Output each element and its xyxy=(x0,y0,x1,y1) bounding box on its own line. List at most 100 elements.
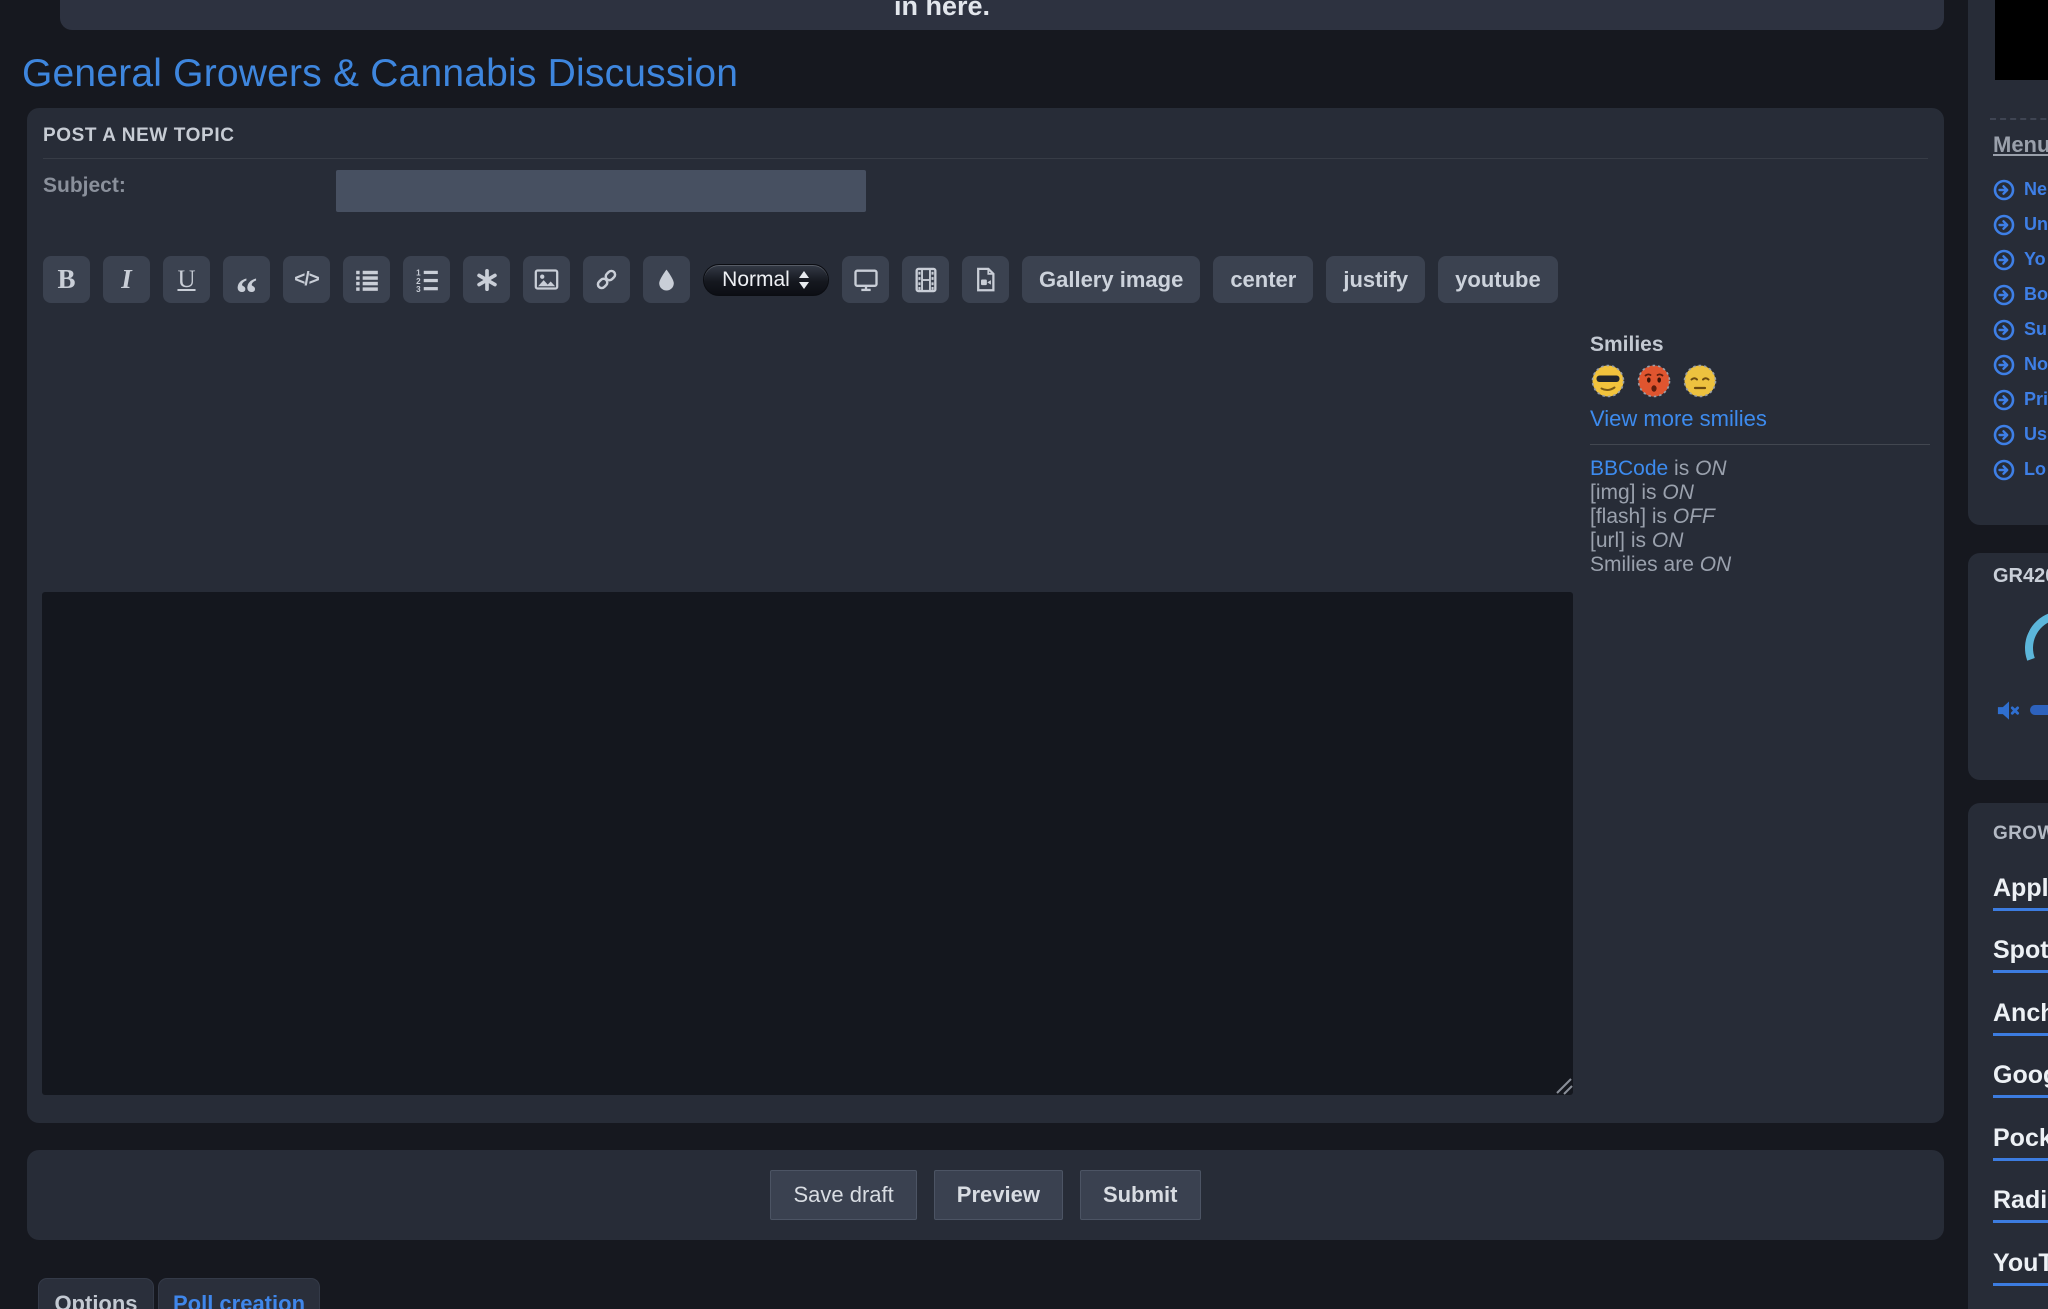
smilies-title: Smilies xyxy=(1590,333,1938,357)
subject-input[interactable] xyxy=(336,170,866,212)
subject-label: Subject: xyxy=(43,174,126,198)
font-color-button[interactable] xyxy=(643,256,690,303)
menu-item[interactable]: Lo xyxy=(1993,452,2048,487)
menu-list: Ne Un Yo Bo Su No xyxy=(1993,172,2048,487)
gallery-image-button[interactable]: Gallery image xyxy=(1022,256,1200,303)
radio-title: GR420 xyxy=(1993,565,2048,588)
bbcode-status-line: [img] is ON xyxy=(1590,481,1938,505)
film-icon xyxy=(912,266,940,294)
bbcode-status-list: BBCode is ON [img] is ON [flash] is OFF … xyxy=(1590,457,1938,577)
submit-button[interactable]: Submit xyxy=(1080,1170,1201,1220)
podcast-link-radio[interactable]: Radio xyxy=(1993,1186,2048,1223)
volume-bar[interactable] xyxy=(2030,705,2048,715)
bbcode-status-line: BBCode is ON xyxy=(1590,457,1938,481)
numbered-list-icon: 1 2 3 xyxy=(414,267,440,293)
list-item-button[interactable] xyxy=(463,256,510,303)
smiley-flushed-icon[interactable] xyxy=(1636,363,1672,399)
center-button[interactable]: center xyxy=(1213,256,1313,303)
tab-options[interactable]: Options xyxy=(38,1278,154,1309)
podcast-link-anchor[interactable]: Anch xyxy=(1993,999,2048,1036)
monitor-icon xyxy=(852,266,880,294)
podcast-link-apple[interactable]: Apple xyxy=(1993,874,2048,911)
menu-item[interactable]: Bo xyxy=(1993,277,2048,312)
podcast-link-pocket[interactable]: Pocke xyxy=(1993,1124,2048,1161)
quote-button[interactable]: “ xyxy=(223,256,270,303)
menu-item[interactable]: Su xyxy=(1993,312,2048,347)
menu-item[interactable]: Un xyxy=(1993,207,2048,242)
document-video-icon xyxy=(972,266,999,293)
podcast-panel-title: GROW xyxy=(1993,823,2048,845)
smilies-panel: Smilies xyxy=(1590,333,1938,577)
image-icon xyxy=(533,266,560,293)
video-attachment-button[interactable] xyxy=(962,256,1009,303)
droplet-icon xyxy=(654,267,679,292)
view-more-smilies-link[interactable]: View more smilies xyxy=(1590,406,1767,432)
menu-title: Menu xyxy=(1993,132,2048,158)
flash-button[interactable] xyxy=(902,256,949,303)
image-button[interactable] xyxy=(523,256,570,303)
page-title: General Growers & Cannabis Discussion xyxy=(22,52,738,96)
mute-speaker-icon[interactable] xyxy=(1995,696,2023,724)
ad-placeholder[interactable] xyxy=(1995,0,2048,80)
smiley-sleepy-icon[interactable] xyxy=(1682,363,1718,399)
menu-item[interactable]: Yo xyxy=(1993,242,2048,277)
bullet-list-icon xyxy=(354,267,380,293)
dashed-divider xyxy=(1990,118,2048,120)
code-button[interactable]: </> xyxy=(283,256,330,303)
tab-poll-creation[interactable]: Poll creation xyxy=(158,1278,320,1309)
bbcode-status-line: [flash] is OFF xyxy=(1590,505,1938,529)
youtube-button[interactable]: youtube xyxy=(1438,256,1558,303)
bullet-list-button[interactable] xyxy=(343,256,390,303)
podcast-link-youtube[interactable]: YouT xyxy=(1993,1249,2048,1286)
save-draft-button[interactable]: Save draft xyxy=(770,1170,916,1220)
circle-arrow-icon xyxy=(1993,459,2015,481)
menu-item[interactable]: Pri xyxy=(1993,382,2048,417)
justify-button[interactable]: justify xyxy=(1326,256,1425,303)
previous-post-panel-bottom: in here. xyxy=(60,0,1944,30)
code-icon: </> xyxy=(294,269,318,291)
circle-arrow-icon xyxy=(1993,284,2015,306)
underline-icon: U xyxy=(177,267,195,292)
menu-item[interactable]: Us xyxy=(1993,417,2048,452)
submit-panel: Save draft Preview Submit xyxy=(27,1150,1944,1240)
bbcode-toolbar: B I U “ </> xyxy=(43,256,1558,303)
bold-icon: B xyxy=(57,266,75,293)
bold-button[interactable]: B xyxy=(43,256,90,303)
numbered-list-button[interactable]: 1 2 3 xyxy=(403,256,450,303)
sidebar-menu-panel: Menu Ne Un Yo Bo Su xyxy=(1968,0,2048,525)
header-divider xyxy=(43,158,1928,159)
post-topic-panel: POST A NEW TOPIC Subject: B I U “ </> xyxy=(27,108,1944,1123)
bbcode-status-line: [url] is ON xyxy=(1590,529,1938,553)
smiley-cool-icon[interactable] xyxy=(1590,363,1626,399)
forum-post-page: in here. General Growers & Cannabis Disc… xyxy=(0,0,2048,1309)
podcast-link-google[interactable]: Goog xyxy=(1993,1061,2048,1098)
circle-arrow-icon xyxy=(1993,249,2015,271)
circle-arrow-icon xyxy=(1993,389,2015,411)
font-size-select[interactable]: Normal xyxy=(703,264,829,296)
italic-button[interactable]: I xyxy=(103,256,150,303)
message-textarea[interactable] xyxy=(42,592,1573,1095)
textarea-resize-handle[interactable] xyxy=(1551,1073,1575,1097)
menu-item[interactable]: No xyxy=(1993,347,2048,382)
link-button[interactable] xyxy=(583,256,630,303)
circle-arrow-icon xyxy=(1993,214,2015,236)
podcast-link-spotify[interactable]: Spoti xyxy=(1993,936,2048,973)
asterisk-icon xyxy=(474,267,500,293)
circle-arrow-icon xyxy=(1993,319,2015,341)
underline-button[interactable]: U xyxy=(163,256,210,303)
smilies-divider xyxy=(1590,444,1930,445)
preview-button[interactable]: Preview xyxy=(934,1170,1063,1220)
radio-player-panel: GR420 xyxy=(1968,553,2048,780)
italic-icon: I xyxy=(121,266,132,293)
menu-item[interactable]: Ne xyxy=(1993,172,2048,207)
bbcode-status-line: Smilies are ON xyxy=(1590,553,1938,577)
partial-post-text: in here. xyxy=(60,0,1824,22)
smiley-row xyxy=(1590,363,1938,399)
svg-text:3: 3 xyxy=(416,284,421,292)
select-arrows-icon xyxy=(798,270,810,290)
loading-spinner xyxy=(2013,599,2048,697)
bbcode-faq-link[interactable]: BBCode xyxy=(1590,457,1668,480)
fullscreen-editor-button[interactable] xyxy=(842,256,889,303)
circle-arrow-icon xyxy=(1993,354,2015,376)
font-size-value: Normal xyxy=(722,268,790,292)
